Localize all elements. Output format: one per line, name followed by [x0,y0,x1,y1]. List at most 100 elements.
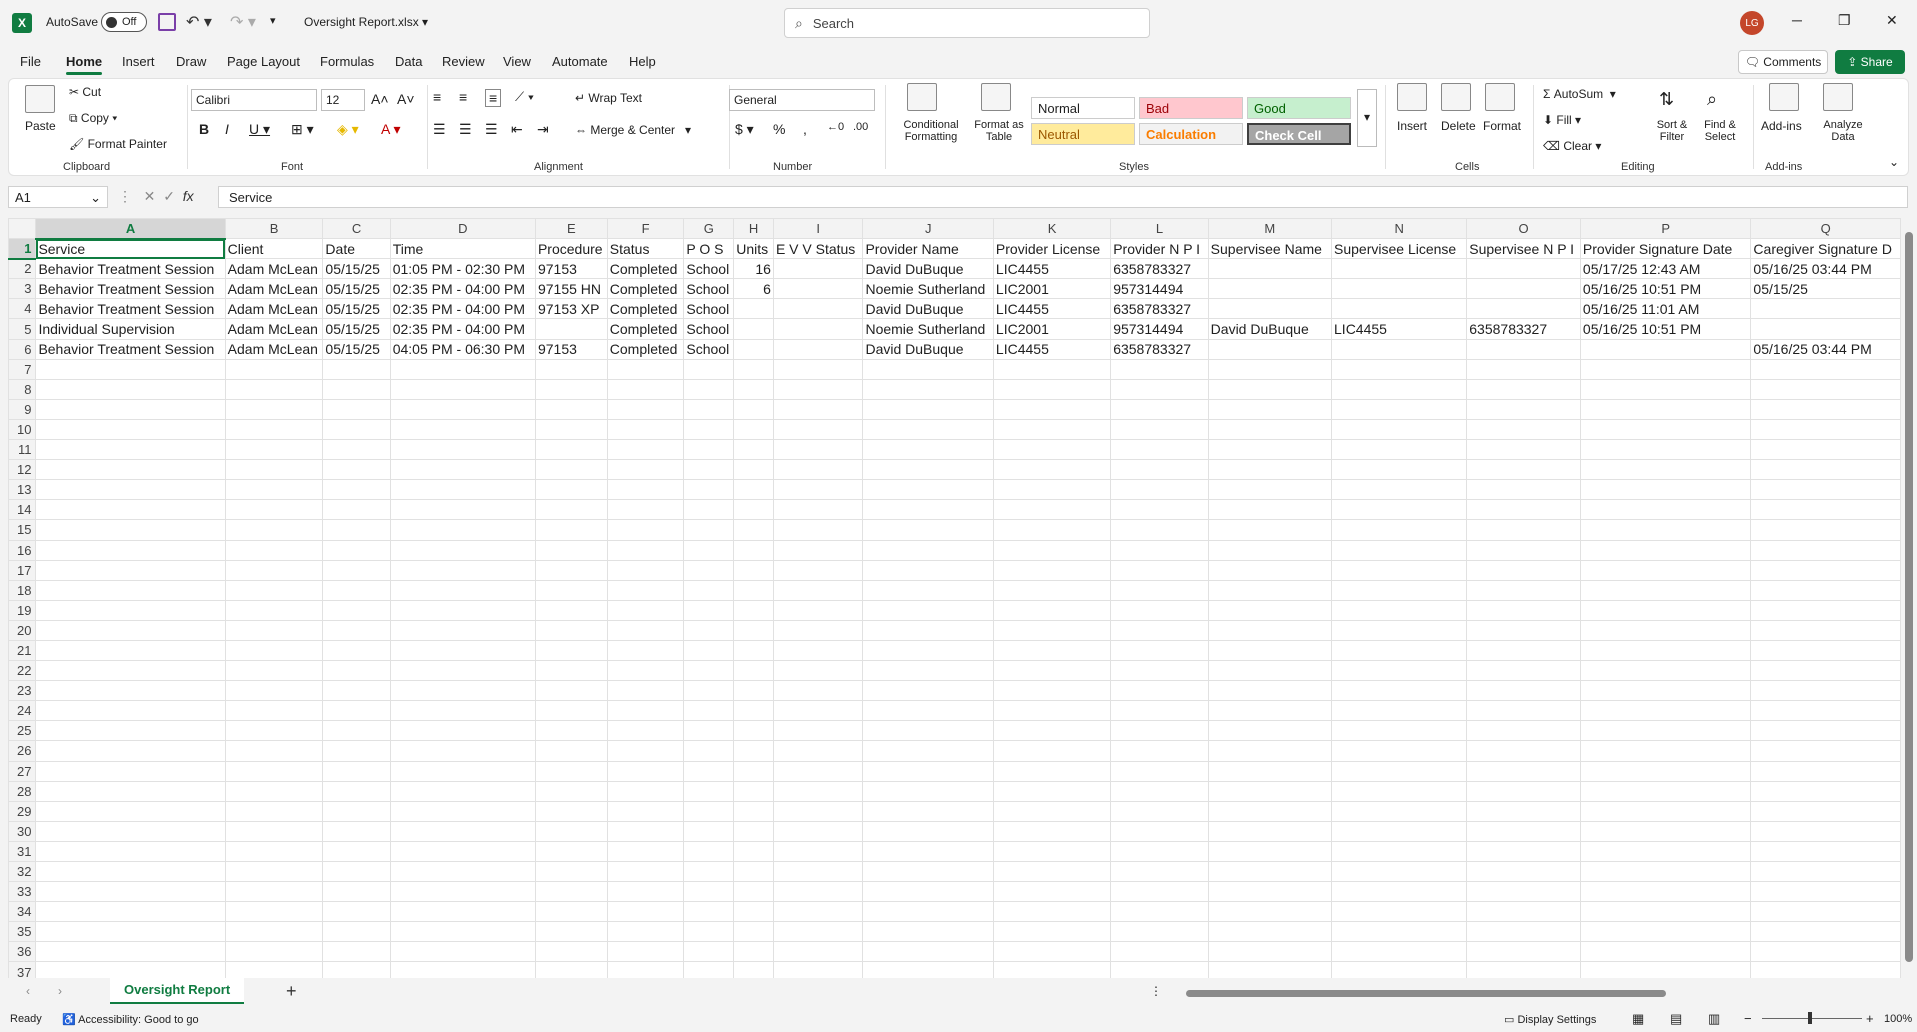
cell-l17[interactable] [1110,559,1209,581]
cell-h22[interactable] [733,660,774,682]
conditional-formatting-button[interactable]: Conditional Formatting [893,119,969,143]
cell-i24[interactable] [772,700,864,722]
cell-g6[interactable]: School [683,338,735,360]
cell-q10[interactable] [1750,418,1901,441]
cell-h23[interactable] [733,680,774,702]
cell-c9[interactable] [322,398,391,420]
cell-p12[interactable] [1579,459,1752,481]
cell-l29[interactable] [1110,800,1209,822]
cell-a12[interactable] [35,459,226,481]
page-layout-view-icon[interactable]: ▤ [1670,1011,1682,1027]
cell-d29[interactable] [389,800,536,822]
cell-f4[interactable]: Completed [606,298,685,320]
cell-q11[interactable] [1750,439,1901,461]
cell-f20[interactable] [606,619,685,641]
cell-p21[interactable] [1579,639,1752,662]
cell-b20[interactable] [224,619,324,641]
cell-e29[interactable] [534,800,608,822]
cell-j9[interactable] [862,398,994,420]
cell-i37[interactable] [772,961,864,978]
cell-k10[interactable] [992,418,1112,441]
minimize-icon[interactable]: ─ [1792,12,1802,28]
row-header[interactable]: 19 [8,599,37,621]
cell-j30[interactable] [862,820,994,842]
cell-c23[interactable] [322,680,391,702]
cell-f13[interactable] [606,479,685,501]
collapse-ribbon-icon[interactable]: ⌄ [1889,155,1899,169]
cell-f33[interactable] [606,881,685,903]
cell-b35[interactable] [224,921,324,943]
cell-h20[interactable] [733,619,774,641]
style-normal[interactable]: Normal [1031,97,1135,119]
cell-b29[interactable] [224,800,324,822]
borders-icon[interactable]: ⊞ ▾ [291,121,314,138]
cell-p16[interactable] [1579,539,1752,561]
cell-g31[interactable] [683,840,735,863]
cell-k5[interactable]: LIC2001 [992,318,1112,340]
cell-e17[interactable] [534,559,608,581]
cell-f16[interactable] [606,539,685,561]
cell-o10[interactable] [1466,418,1581,441]
cell-n18[interactable] [1331,579,1468,601]
cell-l23[interactable] [1110,680,1209,702]
cell-h15[interactable] [733,519,774,541]
cell-e31[interactable] [534,840,608,863]
cell-m20[interactable] [1207,619,1333,641]
cell-a20[interactable] [35,619,226,641]
cell-b17[interactable] [224,559,324,581]
cell-j13[interactable] [862,479,994,501]
cell-f17[interactable] [606,559,685,581]
cell-m27[interactable] [1207,760,1333,782]
cell-p28[interactable] [1579,780,1752,802]
cell-j37[interactable] [862,961,994,978]
cell-o35[interactable] [1466,921,1581,943]
cell-m9[interactable] [1207,398,1333,420]
row-header[interactable]: 27 [8,760,37,782]
cell-q4[interactable] [1750,298,1901,320]
cell-f9[interactable] [606,398,685,420]
cell-i18[interactable] [772,579,864,601]
cell-e3[interactable]: 97155 HN [534,278,608,300]
row-header[interactable]: 16 [8,539,37,561]
cell-m24[interactable] [1207,700,1333,722]
cell-b25[interactable] [224,720,324,742]
cell-m1[interactable]: Supervisee Name [1207,238,1333,260]
cell-j23[interactable] [862,680,994,702]
cell-d19[interactable] [389,599,536,621]
cell-h28[interactable] [733,780,774,802]
column-header-m[interactable]: M [1207,218,1333,240]
cell-g2[interactable]: School [683,258,735,280]
cell-d10[interactable] [389,418,536,441]
cell-m18[interactable] [1207,579,1333,601]
cell-l18[interactable] [1110,579,1209,601]
cell-q36[interactable] [1750,941,1901,963]
cell-q13[interactable] [1750,479,1901,501]
cell-j18[interactable] [862,579,994,601]
cell-j8[interactable] [862,378,994,400]
cell-a18[interactable] [35,579,226,601]
cell-d13[interactable] [389,479,536,501]
column-header-e[interactable]: E [534,218,608,240]
cell-l35[interactable] [1110,921,1209,943]
tab-view[interactable]: View [503,54,531,69]
cell-o14[interactable] [1466,499,1581,521]
cell-j4[interactable]: David DuBuque [862,298,994,320]
cell-k12[interactable] [992,459,1112,481]
cell-k20[interactable] [992,619,1112,641]
name-box[interactable]: A1 ⌄ [8,186,108,208]
cell-p30[interactable] [1579,820,1752,842]
column-header-j[interactable]: J [862,218,994,240]
align-left-icon[interactable]: ☰ [433,121,446,138]
cell-j32[interactable] [862,860,994,883]
cell-e1[interactable]: Procedure [534,238,608,260]
cell-f27[interactable] [606,760,685,782]
cell-m28[interactable] [1207,780,1333,802]
fill-color-icon[interactable]: ◈ ▾ [337,121,359,138]
cell-c36[interactable] [322,941,391,963]
cell-h11[interactable] [733,439,774,461]
align-top-icon[interactable]: ≡ [433,89,441,105]
cell-n29[interactable] [1331,800,1468,822]
cell-k37[interactable] [992,961,1112,978]
more-options-icon[interactable]: ⋮ [1150,984,1162,998]
cell-q28[interactable] [1750,780,1901,802]
